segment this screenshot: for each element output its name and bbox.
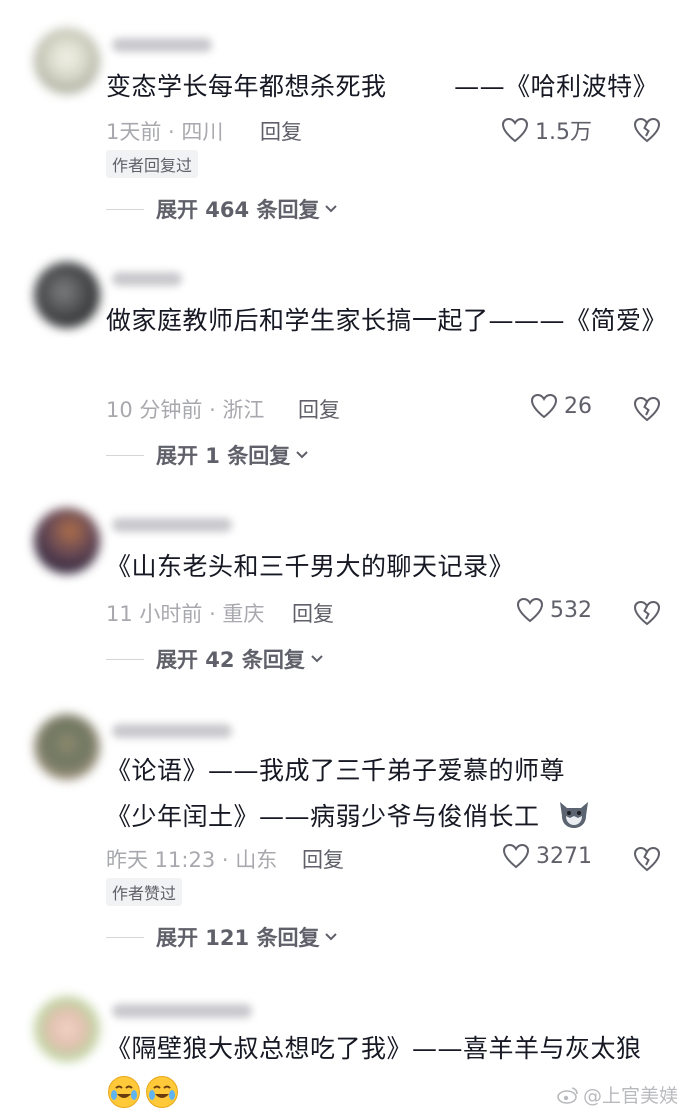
weibo-logo-icon: [557, 1086, 578, 1104]
chevron-down-icon: [325, 933, 338, 941]
reply-button[interactable]: 回复: [292, 598, 334, 628]
avatar[interactable]: [34, 714, 100, 780]
expand-replies-label: 展开 42 条回复: [156, 648, 305, 672]
reply-button[interactable]: 回复: [302, 844, 344, 874]
divider: [106, 658, 144, 660]
wolf-emoji-icon: [556, 798, 592, 830]
watermark-text: @上官美媄: [582, 1085, 678, 1107]
comment-text: 做家庭教师后和学生家长搞一起了———《简爱》: [106, 306, 668, 335]
comment-time-location: 昨天 11:23 · 山东: [106, 848, 278, 872]
username-blurred[interactable]: [112, 518, 232, 532]
heart-outline-icon: [501, 117, 529, 143]
broken-heart-icon[interactable]: [633, 600, 661, 626]
divider: [106, 208, 144, 210]
like-button[interactable]: 1.5万: [501, 114, 592, 146]
expand-replies-button[interactable]: 展开 1 条回复: [106, 440, 309, 470]
expand-replies-label: 展开 121 条回复: [156, 926, 320, 950]
like-count: 1.5万: [535, 120, 592, 145]
heart-outline-icon: [516, 597, 544, 623]
divider: [106, 454, 144, 456]
avatar[interactable]: [34, 28, 100, 94]
broken-heart-icon[interactable]: [633, 117, 661, 143]
expand-replies-button[interactable]: 展开 42 条回复: [106, 644, 324, 674]
chevron-down-icon: [325, 205, 338, 213]
expand-replies-button[interactable]: 展开 464 条回复: [106, 194, 338, 224]
reply-button[interactable]: 回复: [260, 116, 302, 146]
like-button[interactable]: 3271: [502, 843, 592, 869]
watermark: @上官美媄: [557, 1081, 678, 1108]
like-count: 3271: [536, 843, 592, 869]
username-blurred[interactable]: [112, 38, 212, 52]
avatar[interactable]: [34, 262, 100, 328]
divider: [106, 936, 144, 938]
comment-text: 《隔壁狼大叔总想吃了我》——喜羊羊与灰太狼: [106, 1034, 642, 1063]
broken-heart-icon[interactable]: [633, 846, 661, 872]
comment-time-location: 11 小时前 · 重庆: [106, 602, 265, 626]
expand-replies-button[interactable]: 展开 121 条回复: [106, 922, 338, 952]
comment-time-location: 10 分钟前 · 浙江: [106, 398, 265, 422]
like-count: 26: [564, 393, 592, 419]
expand-replies-label: 展开 1 条回复: [156, 444, 291, 468]
like-button[interactable]: 532: [516, 597, 592, 623]
comment-text: 《山东老头和三千男大的聊天记录》: [106, 552, 515, 581]
username-blurred[interactable]: [112, 272, 182, 286]
heart-outline-icon: [502, 843, 530, 869]
author-liked-badge: 作者赞过: [106, 878, 183, 906]
chevron-down-icon: [296, 451, 308, 459]
author-replied-badge: 作者回复过: [106, 150, 199, 178]
comment-time-location: 1天前 · 四川: [106, 120, 224, 144]
chevron-down-icon: [311, 655, 323, 663]
comment-text: 变态学长每年都想杀死我 ——《哈利波特》: [106, 72, 659, 101]
avatar[interactable]: [34, 996, 100, 1062]
like-button[interactable]: 26: [530, 393, 592, 419]
expand-replies-label: 展开 464 条回复: [156, 198, 320, 222]
like-count: 532: [550, 597, 592, 623]
username-blurred[interactable]: [112, 724, 232, 738]
heart-outline-icon: [530, 393, 558, 419]
avatar[interactable]: [34, 508, 100, 574]
reply-button[interactable]: 回复: [298, 394, 340, 424]
username-blurred[interactable]: [112, 1004, 252, 1018]
broken-heart-icon[interactable]: [633, 396, 661, 422]
crying-laughing-emoji-icon: [108, 1076, 140, 1108]
crying-laughing-emoji-icon: [146, 1076, 178, 1108]
